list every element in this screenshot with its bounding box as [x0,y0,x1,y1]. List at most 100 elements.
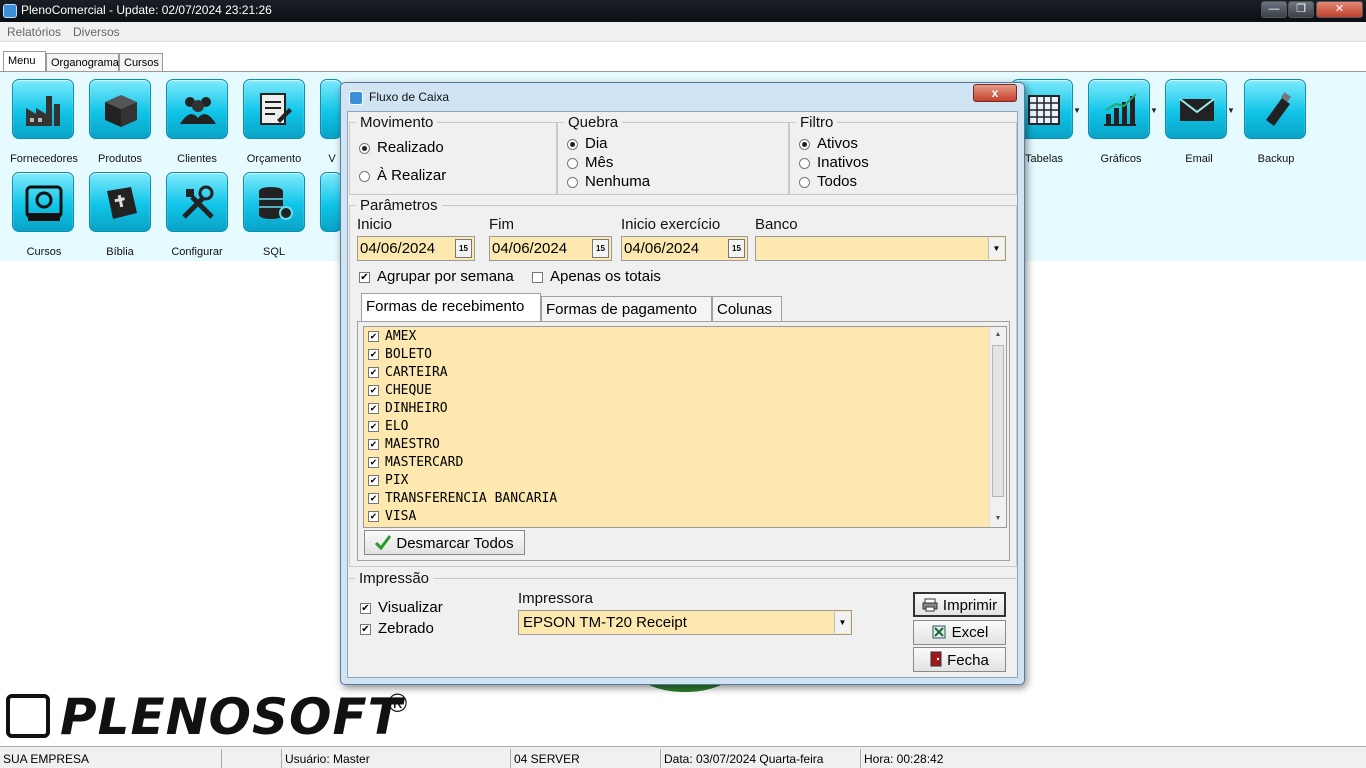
formas-recebimento-list[interactable]: ✔ AMEX ✔ BOLETO ✔ CARTEIRA ✔ CHEQUE ✔ DINHEIR… [363,326,1007,528]
cursos-button[interactable] [12,172,74,232]
imprimir-button[interactable]: Imprimir [913,592,1006,617]
list-item-check-icon[interactable]: ✔ [368,475,379,486]
minimize-button[interactable]: — [1261,1,1287,18]
plenosoft-mark-icon [6,694,50,738]
radio-ativos[interactable]: Ativos [799,135,858,152]
close-button[interactable]: ✕ [1316,1,1363,18]
list-item[interactable]: ✔ AMEX [368,329,416,347]
radio-todos-indicator[interactable] [799,177,810,188]
list-item[interactable]: ✔ TRANSFERENCIA BANCARIA [368,491,557,509]
graficos-dropdown-icon[interactable]: ▼ [1150,106,1158,115]
desmarcar-todos-button[interactable]: Desmarcar Todos [364,530,525,555]
list-item-check-icon[interactable]: ✔ [368,439,379,450]
radio-nenhuma[interactable]: Nenhuma [567,173,650,190]
list-item[interactable]: ✔ CHEQUE [368,383,432,401]
radio-ativos-indicator[interactable] [799,139,810,150]
tab-formas-recebimento[interactable]: Formas de recebimento [361,293,541,322]
tab-menu[interactable]: Menu [3,51,46,72]
list-item[interactable]: ✔ BOLETO [368,347,432,365]
list-item[interactable]: ✔ PIX [368,473,408,491]
tab-colunas[interactable]: Colunas [712,296,782,322]
radio-inativos[interactable]: Inativos [799,154,869,171]
list-item[interactable]: ✔ CARTEIRA [368,365,448,383]
banco-select[interactable]: ▼ [755,236,1006,261]
radio-dia[interactable]: Dia [567,135,608,152]
list-item[interactable]: ✔ DINHEIRO [368,401,448,419]
database-gear-icon [259,187,293,220]
scroll-down-icon[interactable]: ▼ [990,515,1006,522]
exit-door-icon [930,651,942,671]
radio-todos[interactable]: Todos [799,173,857,190]
impressora-dropdown-icon[interactable]: ▼ [834,612,850,633]
orcamento-button[interactable] [243,79,305,139]
email-button[interactable] [1165,79,1227,139]
fim-label: Fim [489,216,514,233]
list-scrollbar[interactable]: ▲ ▼ [989,327,1006,527]
menu-relatorios[interactable]: Relatórios [7,25,61,39]
list-item[interactable]: ✔ MASTERCARD [368,455,463,473]
tabelas-dropdown-icon[interactable]: ▼ [1073,106,1081,115]
list-item-check-icon[interactable]: ✔ [368,511,379,522]
fim-calendar-icon[interactable]: 15 [592,239,609,258]
list-item[interactable]: ✔ MAESTRO [368,437,440,455]
radio-mes[interactable]: Mês [567,154,613,171]
sql-button[interactable] [243,172,305,232]
zebrado-checkbox[interactable]: ✔ Zebrado [360,620,434,637]
inicio-exercicio-date-field[interactable]: 04/06/2024 15 [621,236,748,261]
tab-formas-pagamento[interactable]: Formas de pagamento [541,296,712,322]
radio-a-realizar-indicator[interactable] [359,171,370,182]
fecha-button[interactable]: Fecha [913,647,1006,672]
apenas-totais-checkbox[interactable]: Apenas os totais [532,268,661,285]
inicio-calendar-icon[interactable]: 15 [455,239,472,258]
biblia-button[interactable] [89,172,151,232]
inicio-date-field[interactable]: 04/06/2024 15 [357,236,475,261]
apenas-totais-check-icon[interactable] [532,272,543,283]
radio-realizado-indicator[interactable] [359,143,370,154]
agrupar-semana-checkbox[interactable]: ✔ Agrupar por semana [359,268,514,285]
list-item-check-icon[interactable]: ✔ [368,457,379,468]
backup-button[interactable] [1244,79,1306,139]
inicio-exercicio-calendar-icon[interactable]: 15 [728,239,745,258]
menu-diversos[interactable]: Diversos [73,25,120,39]
radio-realizado[interactable]: Realizado [359,139,444,156]
dialog-close-button[interactable]: x [973,84,1017,102]
produtos-button[interactable] [89,79,151,139]
radio-inativos-indicator[interactable] [799,158,810,169]
fim-date-field[interactable]: 04/06/2024 15 [489,236,612,261]
zebrado-check-icon[interactable]: ✔ [360,624,371,635]
maximize-button[interactable]: ❐ [1288,1,1314,18]
fornecedores-button[interactable] [12,79,74,139]
email-dropdown-icon[interactable]: ▼ [1227,106,1235,115]
banco-dropdown-icon[interactable]: ▼ [988,238,1004,259]
list-item-check-icon[interactable]: ✔ [368,331,379,342]
configurar-button[interactable] [166,172,228,232]
scroll-thumb[interactable] [992,345,1004,497]
radio-dia-indicator[interactable] [567,139,578,150]
dialog-title: Fluxo de Caixa [369,90,450,104]
tab-cursos[interactable]: Cursos [119,53,163,72]
list-item-check-icon[interactable]: ✔ [368,493,379,504]
people-icon [180,97,216,124]
agrupar-semana-check-icon[interactable]: ✔ [359,272,370,283]
tab-organograma[interactable]: Organograma [46,53,119,72]
radio-mes-indicator[interactable] [567,158,578,169]
list-item-check-icon[interactable]: ✔ [368,349,379,360]
visualizar-check-icon[interactable]: ✔ [360,603,371,614]
visualizar-checkbox[interactable]: ✔ Visualizar [360,599,443,616]
radio-a-realizar[interactable]: À Realizar [359,167,446,184]
vendas-button[interactable] [320,79,342,139]
row2-partial-button[interactable] [320,172,342,232]
document-pen-icon [260,93,292,125]
graficos-button[interactable] [1088,79,1150,139]
excel-button[interactable]: Excel [913,620,1006,645]
list-item[interactable]: ✔ ELO [368,419,408,437]
list-item[interactable]: ✔ VISA [368,509,416,527]
list-item-check-icon[interactable]: ✔ [368,385,379,396]
scroll-up-icon[interactable]: ▲ [990,331,1006,338]
list-item-check-icon[interactable]: ✔ [368,421,379,432]
radio-nenhuma-indicator[interactable] [567,177,578,188]
clientes-button[interactable] [166,79,228,139]
list-item-check-icon[interactable]: ✔ [368,367,379,378]
list-item-check-icon[interactable]: ✔ [368,403,379,414]
impressora-select[interactable]: EPSON TM-T20 Receipt ▼ [518,610,852,635]
